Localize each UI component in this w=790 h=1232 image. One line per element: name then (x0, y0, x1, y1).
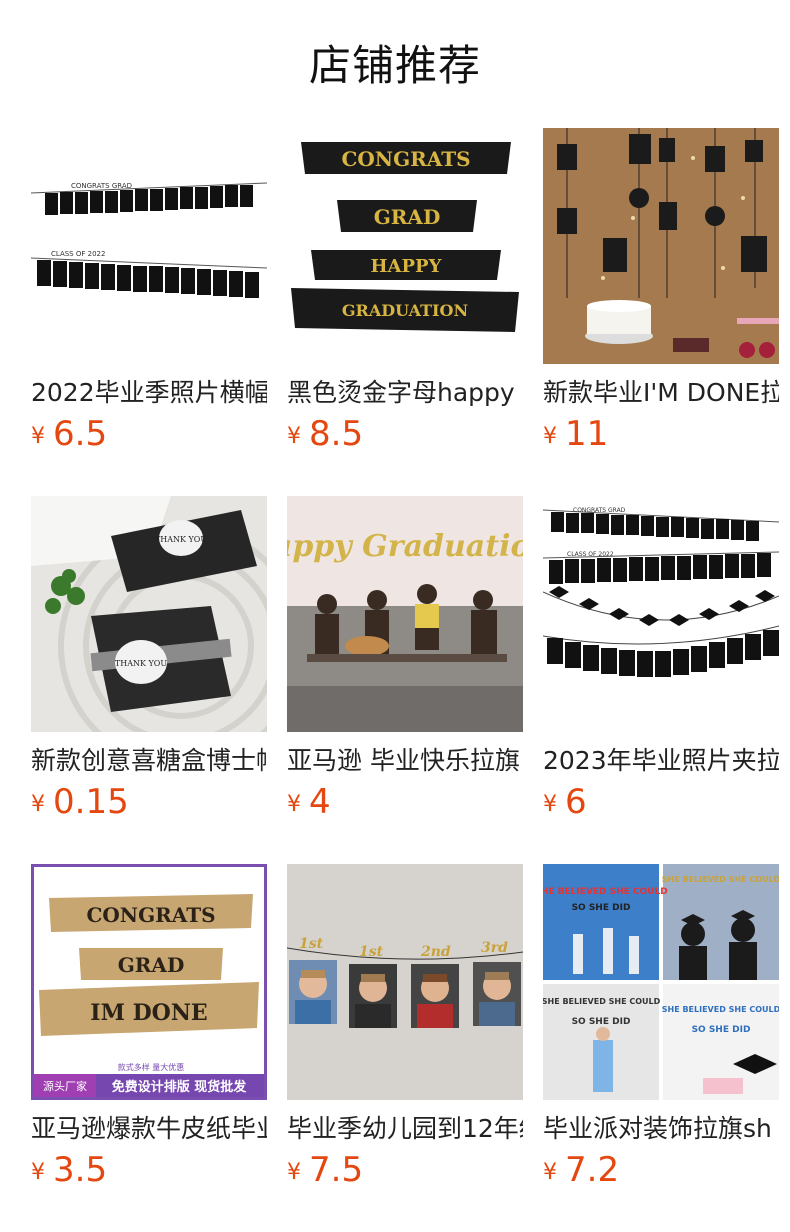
banner-text: GRAD (118, 953, 185, 977)
currency-symbol: ¥ (287, 1160, 301, 1185)
product-name[interactable]: 2022毕业季照片横幅 (31, 378, 267, 408)
product-card[interactable]: CONGRATS GRAD IM DONE 款式多样 量大优惠 源头厂家 免费设… (31, 864, 267, 1196)
product-name[interactable]: 2023年毕业照片夹拉旗 (543, 746, 779, 776)
promo-text: 源头厂家 (43, 1079, 87, 1093)
product-image-collage[interactable]: SHE BELIEVED SHE COULD SO SHE DID SHE BE… (543, 864, 779, 1100)
price-value: 7.5 (309, 1150, 364, 1190)
product-price: ¥3.5 (31, 1150, 267, 1196)
grade-label: 3rd (481, 940, 508, 956)
banner-text: Happy Graduation! (287, 529, 523, 564)
banner-text: SO SHE DID (692, 1025, 751, 1035)
banner-letters: CLASS OF 2022 (567, 551, 614, 558)
banner-text: HAPPY (371, 256, 443, 277)
banner-text: CONGRATS (341, 147, 470, 171)
price-value: 11 (565, 414, 609, 454)
banner-text: SHE BELIEVED SHE COULD (543, 887, 668, 897)
product-image-party-photo[interactable]: Happy Graduation! (287, 496, 523, 732)
product-image-gift-box[interactable]: THANK YOU THANK YOU (31, 496, 267, 732)
grade-label: 1st (359, 944, 384, 960)
banner-text: SHE BELIEVED SHE COULD (662, 1005, 779, 1014)
currency-symbol: ¥ (287, 792, 301, 817)
product-card[interactable]: Happy Graduation! 亚马逊 毕业快乐拉旗 ¥4 (287, 496, 523, 828)
price-value: 7.2 (565, 1150, 620, 1190)
page-title: 店铺推荐 (308, 41, 481, 90)
banner-text: SHE BELIEVED SHE COULD (662, 875, 779, 884)
product-image-banner[interactable]: CONGRATS GRAD CLASS OF 2022 (31, 128, 267, 364)
banner-text: IM DONE (90, 1000, 207, 1026)
product-name[interactable]: 毕业季幼儿园到12年级 (287, 1114, 523, 1144)
banner-text: GRAD (374, 205, 441, 229)
currency-symbol: ¥ (543, 424, 557, 449)
product-card[interactable]: CONGRATS GRAD CLASS OF 2022 2023年毕业照片夹拉 … (543, 496, 779, 828)
product-price: ¥8.5 (287, 414, 523, 460)
product-price: ¥7.5 (287, 1150, 523, 1196)
product-card[interactable]: THANK YOU THANK YOU 新款创意喜糖盒博士帽 ¥0.15 (31, 496, 267, 828)
product-image-banner[interactable]: CONGRATS GRAD HAPPY GRADUATION (287, 128, 523, 364)
product-price: ¥7.2 (543, 1150, 779, 1196)
price-value: 4 (309, 782, 331, 822)
product-price: ¥11 (543, 414, 779, 460)
product-name[interactable]: 黑色烫金字母happy (287, 378, 523, 408)
banner-letters: CLASS OF 2022 (51, 250, 105, 258)
product-price: ¥4 (287, 782, 523, 828)
product-image-party-photo[interactable] (543, 128, 779, 364)
product-card[interactable]: CONGRATS GRAD HAPPY GRADUATION 黑色烫金字母hap… (287, 128, 523, 460)
svg-text:1st: 1st (299, 936, 324, 952)
product-image-wall-photo[interactable]: 1st 1st 2nd 3rd (287, 864, 523, 1100)
banner-text: GRADUATION (342, 301, 468, 320)
product-price: ¥6.5 (31, 414, 267, 460)
product-name[interactable]: 新款毕业I'M DONE拉 (543, 378, 779, 408)
currency-symbol: ¥ (287, 424, 301, 449)
currency-symbol: ¥ (31, 1160, 45, 1185)
price-value: 6 (565, 782, 587, 822)
promo-text: 款式多样 量大优惠 (118, 1062, 185, 1072)
box-label: THANK YOU (115, 659, 167, 668)
currency-symbol: ¥ (31, 424, 45, 449)
product-name[interactable]: 毕业派对装饰拉旗sh (543, 1114, 779, 1144)
box-label: THANK YOU (155, 535, 207, 544)
product-card[interactable]: 新款毕业I'M DONE拉 ¥11 (543, 128, 779, 460)
currency-symbol: ¥ (543, 1160, 557, 1185)
price-value: 6.5 (53, 414, 108, 454)
currency-symbol: ¥ (543, 792, 557, 817)
grade-label: 2nd (420, 944, 451, 960)
price-value: 8.5 (309, 414, 364, 454)
banner-text: SHE BELIEVED SHE COULD (543, 997, 661, 1006)
price-value: 3.5 (53, 1150, 108, 1190)
product-card[interactable]: 1st 1st 2nd 3rd 毕业季幼儿园到12年级 ¥7.5 (287, 864, 523, 1196)
banner-text: SO SHE DID (572, 903, 631, 913)
banner-text: CONGRATS (86, 903, 215, 927)
product-card[interactable]: SHE BELIEVED SHE COULD SO SHE DID SHE BE… (543, 864, 779, 1196)
banner-letters: CONGRATS GRAD (573, 507, 626, 514)
product-image-banner[interactable]: CONGRATS GRAD CLASS OF 2022 (543, 496, 779, 732)
banner-letters: CONGRATS GRAD (71, 182, 132, 190)
product-name[interactable]: 亚马逊爆款牛皮纸毕业 (31, 1114, 267, 1144)
product-name[interactable]: 新款创意喜糖盒博士帽 (31, 746, 267, 776)
promo-text: 免费设计排版 现货批发 (112, 1079, 248, 1095)
product-price: ¥6 (543, 782, 779, 828)
currency-symbol: ¥ (31, 792, 45, 817)
product-card[interactable]: CONGRATS GRAD CLASS OF 2022 2022毕业季照片横幅 … (31, 128, 267, 460)
banner-text: SO SHE DID (572, 1017, 631, 1027)
product-name[interactable]: 亚马逊 毕业快乐拉旗 (287, 746, 523, 776)
product-price: ¥0.15 (31, 782, 267, 828)
product-image-banner[interactable]: CONGRATS GRAD IM DONE 款式多样 量大优惠 源头厂家 免费设… (31, 864, 267, 1100)
price-value: 0.15 (53, 782, 129, 822)
